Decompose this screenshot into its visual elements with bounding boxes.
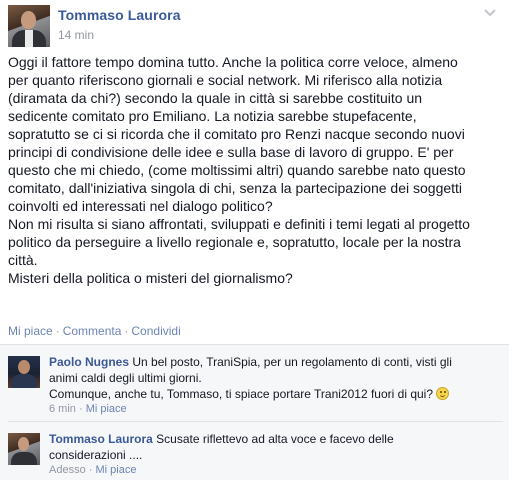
comment-body-line: animi caldi degli ultimi giorni. xyxy=(49,371,202,385)
comment-like-link[interactable]: Mi piace xyxy=(86,403,127,415)
post-body-text: Oggi il fattore tempo domina tutto. Anch… xyxy=(8,54,470,286)
share-link[interactable]: Condividi xyxy=(131,324,180,338)
separator: · xyxy=(55,324,60,338)
comment-text: Paolo Nugnes Un bel posto, TraniSpia, pe… xyxy=(49,354,499,402)
comment-like-link[interactable]: Mi piace xyxy=(95,464,136,476)
divider xyxy=(8,421,503,422)
comment-body-line: Scusate riflettevo ad alta voce e facevo… xyxy=(156,432,394,446)
comment-author-name[interactable]: Tommaso Laurora xyxy=(49,432,153,446)
post-timestamp[interactable]: 14 min xyxy=(58,28,94,42)
author-avatar[interactable] xyxy=(8,5,50,47)
commenter-avatar[interactable] xyxy=(8,356,40,388)
comment-body-line: Un bel posto, TraniSpia, per un regolame… xyxy=(132,355,452,369)
smiley-icon xyxy=(436,387,450,400)
post-actions: Mi piace · Commenta · Condividi xyxy=(8,324,181,338)
comment-timestamp[interactable]: Adesso xyxy=(49,464,86,476)
comment-timestamp[interactable]: 6 min xyxy=(49,403,76,415)
like-link[interactable]: Mi piace xyxy=(8,324,53,338)
chevron-down-icon[interactable] xyxy=(483,8,497,18)
comment-body-line: Comunque, anche tu, Tommaso, ti spiace p… xyxy=(49,387,433,401)
post-card: Tommaso Laurora 14 min Oggi il fattore t… xyxy=(0,0,509,340)
comment-link[interactable]: Commenta xyxy=(63,324,122,338)
comment-author-name[interactable]: Paolo Nugnes xyxy=(49,355,129,369)
comment-body-line: considerazioni .... xyxy=(49,448,143,462)
comments-section: Paolo Nugnes Un bel posto, TraniSpia, pe… xyxy=(0,344,509,480)
commenter-avatar[interactable] xyxy=(8,433,40,465)
comment-text: Tommaso Laurora Scusate riflettevo ad al… xyxy=(49,431,499,463)
post-author-name[interactable]: Tommaso Laurora xyxy=(58,7,181,23)
separator: · xyxy=(124,324,129,338)
comment-meta: Adesso · Mi piace xyxy=(49,464,137,476)
comment-meta: 6 min · Mi piace xyxy=(49,403,127,415)
